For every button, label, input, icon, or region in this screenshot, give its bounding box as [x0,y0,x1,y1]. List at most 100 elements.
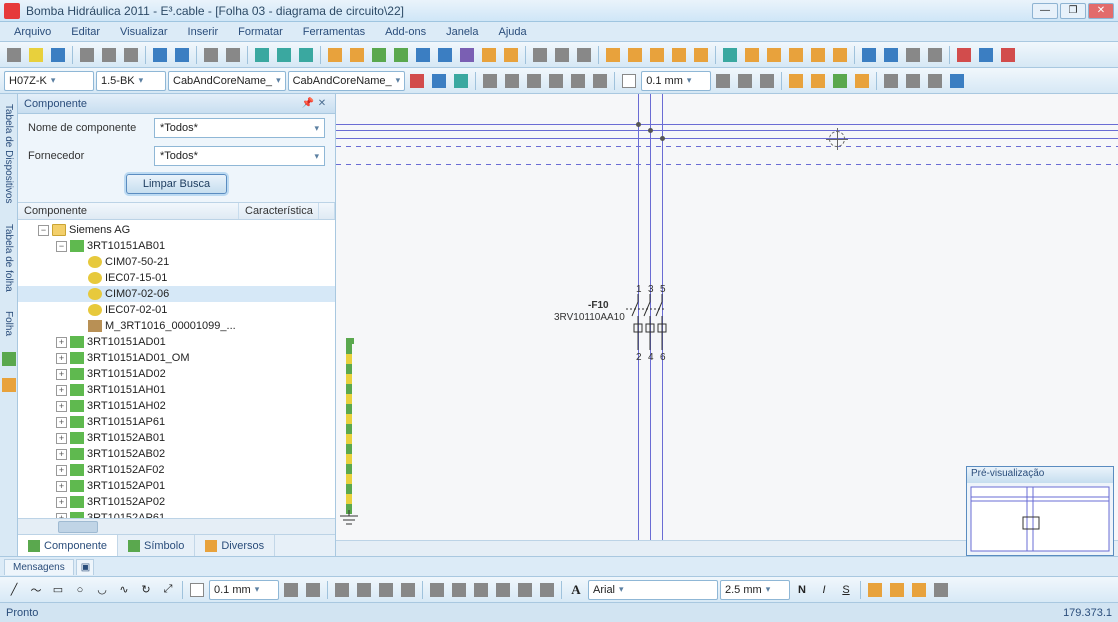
view3d-icon[interactable] [720,45,740,65]
tree-item[interactable]: +3RT10151AH01 [18,382,335,398]
tool-icon[interactable] [757,71,777,91]
circle-tool-icon[interactable]: ○ [70,580,90,600]
tree-item[interactable]: +3RT10151AP61 [18,414,335,430]
menu-inserir[interactable]: Inserir [180,24,227,40]
tree-item[interactable]: +3RT10152AP61 [18,510,335,518]
tool-icon[interactable] [552,45,572,65]
tree-item-selected[interactable]: CIM07-02-06 [18,286,335,302]
tree-item[interactable]: +3RT10151AH02 [18,398,335,414]
save-icon[interactable] [48,45,68,65]
line-style-icon[interactable] [619,71,639,91]
hatch-icon[interactable] [354,580,374,600]
clear-search-button[interactable]: Limpar Busca [126,174,227,194]
rect-tool-icon[interactable]: ▭ [48,580,68,600]
line-width-combo[interactable]: 0.1 mm [209,580,279,600]
tool-icon[interactable] [413,45,433,65]
linestyle-icon[interactable] [187,580,207,600]
view-icon[interactable] [742,45,762,65]
close-button[interactable]: ✕ [1088,3,1114,19]
tool-icon[interactable]: ⤢ [158,580,178,600]
zoom-in-icon[interactable] [252,45,272,65]
tool-icon[interactable] [903,71,923,91]
tool-icon[interactable] [881,71,901,91]
dim-icon[interactable] [449,580,469,600]
tool-icon[interactable] [925,71,945,91]
rotate-icon[interactable]: ↻ [136,580,156,600]
panel-tab-diversos[interactable]: Diversos [195,535,275,556]
view-icon[interactable] [786,45,806,65]
text-tool-icon[interactable]: A [566,580,586,600]
tree-item[interactable]: +3RT10152AP01 [18,478,335,494]
tree-item[interactable]: IEC07-02-01 [18,302,335,318]
bold-icon[interactable]: N [792,580,812,600]
connector-icon[interactable] [546,71,566,91]
arc-tool-icon[interactable]: ◡ [92,580,112,600]
tool-icon[interactable] [451,71,471,91]
name-scheme-combo-2[interactable]: CabAndCoreName_ [288,71,406,91]
view-icon[interactable] [764,45,784,65]
tool-icon[interactable] [830,71,850,91]
tool-icon[interactable] [347,45,367,65]
preview-panel[interactable]: Pré-visualização [966,466,1114,556]
tool-icon[interactable] [574,45,594,65]
sidetab-sheets[interactable]: Tabela de folha [2,220,15,296]
hatch-icon[interactable] [376,580,396,600]
tool-icon[interactable] [501,45,521,65]
dim-icon[interactable] [537,580,557,600]
print-icon[interactable] [201,45,221,65]
line-width-combo[interactable]: 0.1 mm [641,71,711,91]
move-icon[interactable] [947,71,967,91]
dim-icon[interactable] [515,580,535,600]
copy-icon[interactable] [99,45,119,65]
menu-ajuda[interactable]: Ajuda [491,24,535,40]
menu-visualizar[interactable]: Visualizar [112,24,176,40]
zoom-fit-icon[interactable] [296,45,316,65]
tool-icon[interactable] [976,45,996,65]
tree-item[interactable]: +3RT10151AD02 [18,366,335,382]
dim-icon[interactable] [427,580,447,600]
align-icon[interactable] [647,45,667,65]
align-icon[interactable] [669,45,689,65]
tool-icon[interactable] [407,71,427,91]
redo-icon[interactable] [172,45,192,65]
tool-icon[interactable] [786,71,806,91]
tool-icon[interactable] [925,45,945,65]
preview-icon[interactable] [223,45,243,65]
sidetab-icon[interactable] [2,378,16,392]
dim-icon[interactable] [471,580,491,600]
paste-icon[interactable] [121,45,141,65]
tree-item[interactable]: +3RT10152AF02 [18,462,335,478]
connector-icon[interactable] [502,71,522,91]
menu-arquivo[interactable]: Arquivo [6,24,59,40]
line-tool-icon[interactable]: ╱ [4,580,24,600]
tree-item[interactable]: IEC07-15-01 [18,270,335,286]
messages-tab-extra[interactable]: ▣ [76,559,94,575]
tree-item[interactable]: −3RT10151AB01 [18,238,335,254]
curve-tool-icon[interactable]: ∿ [114,580,134,600]
tool-icon[interactable] [429,71,449,91]
vendor-combo[interactable]: *Todos* [154,146,325,166]
tree-item[interactable]: +3RT10152AP02 [18,494,335,510]
fill-icon[interactable] [303,580,323,600]
tree-item[interactable]: CIM07-50-21 [18,254,335,270]
connector-icon[interactable] [524,71,544,91]
tool-icon[interactable] [735,71,755,91]
hatch-icon[interactable] [332,580,352,600]
messages-tab[interactable]: Mensagens [4,559,74,575]
tool-icon[interactable] [435,45,455,65]
menu-addons[interactable]: Add-ons [377,24,434,40]
menu-janela[interactable]: Janela [438,24,486,40]
col-component[interactable]: Componente [18,203,239,219]
panel-close-icon[interactable]: ✕ [315,97,329,111]
tool-icon[interactable] [391,45,411,65]
tool-icon[interactable] [713,71,733,91]
minimize-button[interactable]: — [1032,3,1058,19]
new-icon[interactable] [4,45,24,65]
tool-icon[interactable] [808,71,828,91]
wire-type-combo[interactable]: H07Z-K [4,71,94,91]
align-icon[interactable] [691,45,711,65]
tool-icon[interactable] [479,45,499,65]
tool-icon[interactable] [903,45,923,65]
align-icon[interactable] [603,45,623,65]
align-left-icon[interactable] [865,580,885,600]
